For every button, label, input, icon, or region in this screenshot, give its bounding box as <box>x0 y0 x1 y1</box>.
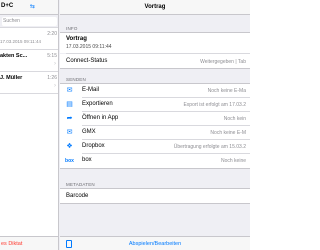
dropbox-icon: ❖ <box>66 143 73 150</box>
search-input[interactable]: Suchen <box>2 17 57 26</box>
switch-icon[interactable]: ⇆ <box>30 3 35 10</box>
list-item[interactable]: J. Müller 1:26 › <box>0 72 58 94</box>
divider <box>60 68 250 69</box>
list-item[interactable]: akten Sc... 5:15 › <box>0 50 58 72</box>
send-item-status: Noch keine E-M <box>210 130 246 136</box>
new-dictation-button[interactable]: es Diktat <box>1 241 22 247</box>
metadata-section-header: METADATEN <box>66 182 95 187</box>
divider <box>60 168 250 169</box>
send-item-status: Übertragung erfolgte am 15.03.2 <box>173 144 246 150</box>
info-cell: Vortrag 17.03.2015 09:11:44 <box>60 33 250 53</box>
send-dropbox-row[interactable]: ❖ Dropbox Übertragung erfolgte am 15.03.… <box>60 140 250 154</box>
send-item-status: Export ist erfolgt am 17.03.2 <box>183 102 246 108</box>
send-gmx-row[interactable]: ✉ GMX Noch keine E-M <box>60 126 250 140</box>
gmx-mail-icon: ✉ <box>66 129 73 136</box>
list-item-duration: 2:20 <box>47 31 57 37</box>
connect-status-row[interactable]: Connect-Status Weitergegeben | Tab <box>60 54 250 68</box>
list-title: D+C <box>1 3 14 9</box>
play-edit-button[interactable]: Abspielen/Bearbeiten <box>60 241 250 247</box>
divider <box>60 203 250 204</box>
info-section-header: INFO <box>66 26 78 31</box>
send-item-status: Noch kein <box>223 116 246 122</box>
send-item-label: Exportieren <box>82 101 113 107</box>
list-item[interactable]: 2:20 17.03.2015 09:11:44 <box>0 28 58 50</box>
barcode-label: Barcode <box>66 193 89 199</box>
recording-title: Vortrag <box>66 36 87 42</box>
send-item-label: E-Mail <box>82 87 100 93</box>
list-toolbar: es Diktat <box>0 236 58 250</box>
list-item-date: 17.03.2015 09:11:44 <box>0 39 41 44</box>
send-list: ✉ E-Mail Noch keine E-Ma ▤ Exportieren E… <box>60 84 250 168</box>
open-in-icon: ➦ <box>66 115 73 122</box>
search-placeholder: Suchen <box>3 18 20 24</box>
send-item-label: GMX <box>82 129 96 135</box>
send-item-label: Dropbox <box>82 143 105 149</box>
export-icon: ▤ <box>66 101 73 108</box>
send-section-header: SENDEN <box>66 77 86 82</box>
chevron-right-icon: › <box>54 61 56 67</box>
mail-icon: ✉ <box>66 87 73 94</box>
connect-status-value: Weitergegeben | Tab <box>200 59 246 65</box>
list-item-duration: 5:15 <box>47 53 57 59</box>
list-item-title: J. Müller <box>0 75 23 81</box>
list-item-title: akten Sc... <box>0 53 28 59</box>
send-email-row[interactable]: ✉ E-Mail Noch keine E-Ma <box>60 84 250 98</box>
search-bar: Suchen <box>0 15 58 28</box>
chevron-right-icon: › <box>54 83 56 89</box>
send-item-label: Öffnen in App <box>82 115 119 121</box>
barcode-row[interactable]: Barcode <box>60 189 250 203</box>
send-item-label: box <box>82 157 92 163</box>
detail-pane: Vortrag INFO Vortrag 17.03.2015 09:11:44… <box>60 0 250 250</box>
list-nav-bar: D+C ⇆ <box>0 0 58 15</box>
dictation-list-pane: D+C ⇆ Suchen 2:20 17.03.2015 09:11:44 ak… <box>0 0 59 250</box>
recording-date: 17.03.2015 09:11:44 <box>66 44 112 50</box>
send-box-row[interactable]: box box Noch keine <box>60 154 250 168</box>
detail-toolbar: Abspielen/Bearbeiten <box>60 236 250 250</box>
connect-status-label: Connect-Status <box>66 58 108 64</box>
detail-nav-bar: Vortrag <box>60 0 250 15</box>
list-item-duration: 1:26 <box>47 75 57 81</box>
send-item-status: Noch keine <box>220 158 246 164</box>
send-open-in-row[interactable]: ➦ Öffnen in App Noch kein <box>60 112 250 126</box>
send-item-status: Noch keine E-Ma <box>207 88 246 94</box>
box-icon: box <box>65 158 74 164</box>
app-screen: D+C ⇆ Suchen 2:20 17.03.2015 09:11:44 ak… <box>0 0 250 250</box>
send-export-row[interactable]: ▤ Exportieren Export ist erfolgt am 17.0… <box>60 98 250 112</box>
detail-title: Vortrag <box>144 4 166 10</box>
